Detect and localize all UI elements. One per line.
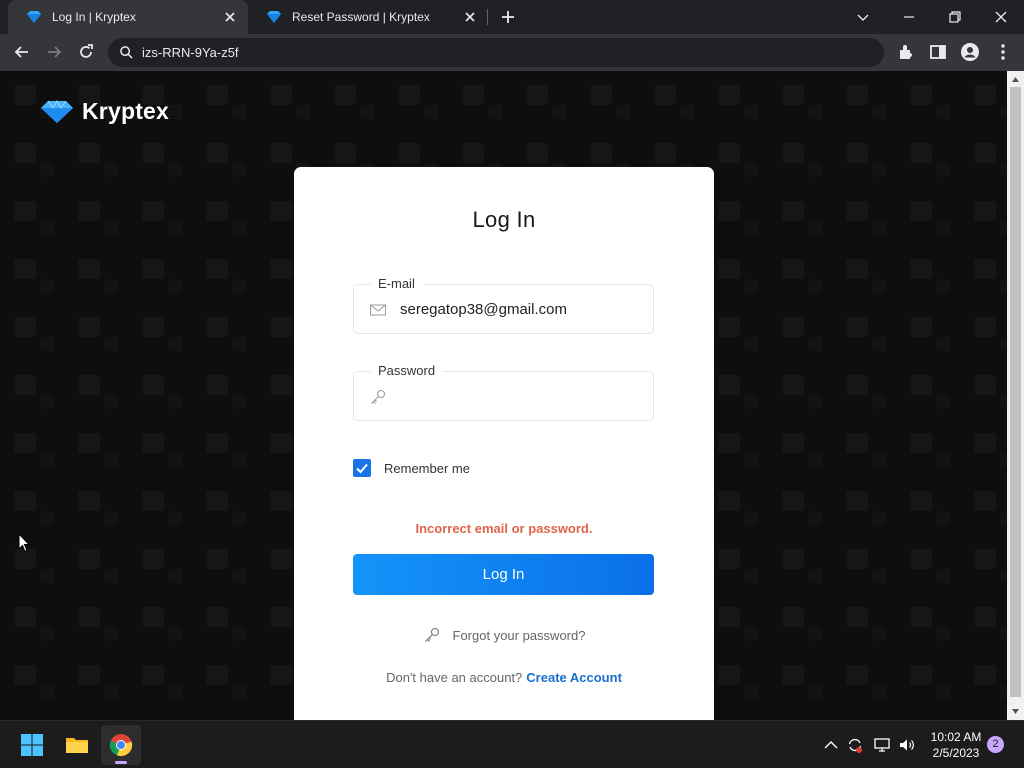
key-icon — [371, 389, 386, 404]
extensions-icon[interactable] — [896, 42, 916, 62]
scrollbar-thumb[interactable] — [1010, 87, 1021, 697]
kryptex-logo[interactable]: Kryptex — [40, 98, 169, 125]
forgot-password-text: Forgot your password? — [452, 627, 586, 643]
checkmark-icon — [356, 463, 368, 474]
login-card: Log In E-mail Password Remember me Incor… — [294, 167, 714, 720]
profile-icon[interactable] — [960, 42, 980, 62]
password-label: Password — [371, 363, 444, 378]
tab-title: Log In | Kryptex — [52, 10, 136, 24]
page-scrollbar[interactable] — [1007, 71, 1024, 720]
remember-me[interactable]: Remember me — [353, 459, 470, 477]
diamond-logo-icon — [41, 99, 73, 123]
scroll-down-icon[interactable] — [1011, 707, 1020, 716]
tab-reset-password[interactable]: Reset Password | Kryptex — [248, 0, 488, 34]
close-icon[interactable] — [990, 6, 1012, 28]
login-button[interactable]: Log In — [353, 554, 654, 595]
remember-label: Remember me — [384, 460, 470, 476]
tab-title: Reset Password | Kryptex — [292, 10, 430, 24]
chevron-up-icon[interactable] — [822, 736, 840, 754]
diamond-favicon-icon — [267, 11, 281, 23]
file-explorer-icon[interactable] — [65, 733, 89, 757]
restore-icon[interactable] — [944, 6, 966, 28]
password-field[interactable]: Password — [353, 363, 654, 421]
active-indicator — [115, 761, 127, 764]
page-viewport: Kryptex Log In E-mail Password Remember … — [0, 71, 1007, 720]
password-input[interactable] — [400, 384, 640, 408]
brand-name: Kryptex — [82, 98, 170, 124]
forward-icon[interactable] — [44, 42, 64, 62]
address-text: izs-RRN-9Ya-z5f — [142, 45, 239, 60]
create-account-link[interactable]: Create Account — [526, 670, 622, 685]
tab-separator — [487, 9, 488, 25]
email-label: E-mail — [371, 276, 423, 291]
signup-prompt: Don't have an account? — [386, 670, 523, 685]
clock-date: 2/5/2023 — [932, 746, 980, 760]
browser-toolbar: izs-RRN-9Ya-z5f — [0, 34, 1024, 71]
diamond-favicon-icon — [27, 11, 41, 23]
chevron-down-icon[interactable] — [852, 6, 874, 28]
windows-taskbar: 10:02 AM 2/5/2023 2 — [0, 720, 1024, 768]
sync-icon[interactable] — [846, 736, 864, 754]
browser-tabstrip: Log In | Kryptex Reset Password | Krypte… — [0, 0, 1024, 34]
search-icon — [120, 46, 133, 59]
mouse-cursor-icon — [18, 533, 30, 553]
remember-checkbox[interactable] — [353, 459, 371, 477]
scroll-up-icon[interactable] — [1011, 75, 1020, 84]
minimize-icon[interactable] — [898, 6, 920, 28]
forgot-password-link[interactable]: Forgot your password? — [294, 626, 714, 644]
display-icon[interactable] — [873, 736, 891, 754]
plus-icon[interactable] — [500, 9, 516, 25]
envelope-icon — [370, 304, 386, 316]
reload-icon[interactable] — [76, 42, 96, 62]
system-clock[interactable]: 10:02 AM 2/5/2023 — [926, 729, 986, 761]
email-input[interactable] — [400, 297, 640, 321]
volume-icon[interactable] — [898, 736, 916, 754]
taskbar-chrome-button[interactable] — [101, 725, 141, 765]
notification-badge[interactable]: 2 — [987, 736, 1004, 753]
tab-login[interactable]: Log In | Kryptex — [8, 0, 248, 34]
chrome-icon — [109, 734, 133, 757]
address-bar[interactable]: izs-RRN-9Ya-z5f — [108, 38, 884, 67]
clock-time: 10:02 AM — [930, 730, 982, 744]
sidepanel-icon[interactable] — [928, 42, 948, 62]
kebab-menu-icon[interactable] — [993, 42, 1013, 62]
close-icon[interactable] — [462, 9, 478, 25]
error-message: Incorrect email or password. — [415, 521, 593, 536]
page-title: Log In — [472, 207, 536, 232]
close-icon[interactable] — [222, 9, 238, 25]
windows-start-icon[interactable] — [20, 733, 44, 757]
email-field[interactable]: E-mail — [353, 276, 654, 334]
key-icon — [424, 627, 439, 642]
back-icon[interactable] — [12, 42, 32, 62]
signup-row: Don't have an account? Create Account — [294, 670, 714, 685]
